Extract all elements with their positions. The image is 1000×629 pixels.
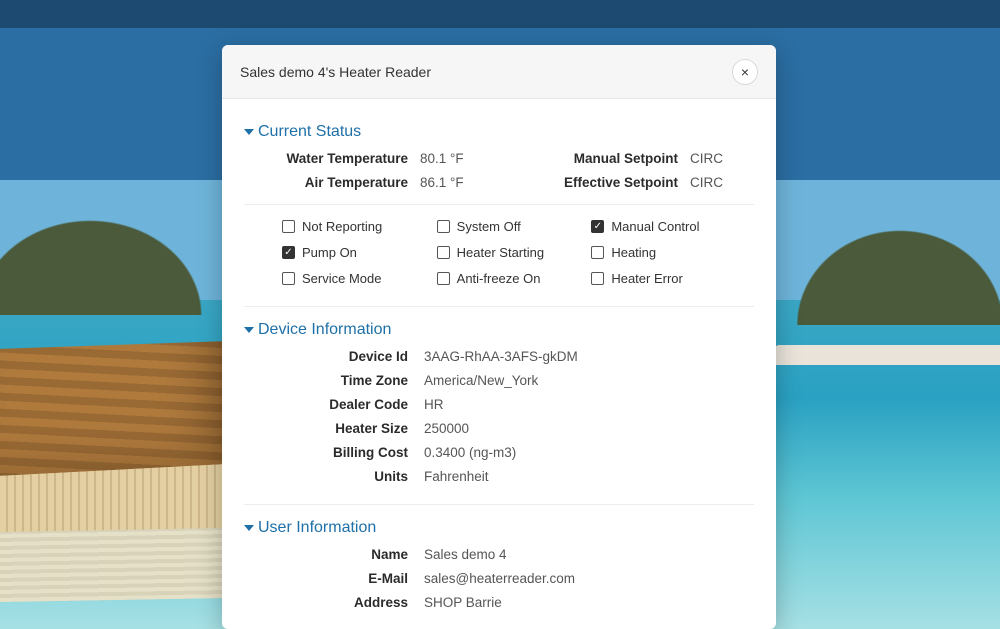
- checkbox-label: Manual Control: [611, 219, 699, 234]
- checkbox-label: Heater Error: [611, 271, 683, 286]
- user-name-label: Name: [244, 547, 408, 562]
- heater-size-label: Heater Size: [244, 421, 408, 436]
- checkbox-heater-error[interactable]: Heater Error: [591, 271, 730, 286]
- background-hill-left: [0, 205, 220, 315]
- divider: [244, 204, 754, 205]
- checkbox-icon: [591, 220, 604, 233]
- checkbox-heating[interactable]: Heating: [591, 245, 730, 260]
- checkbox-icon: [282, 246, 295, 259]
- user-info-grid: Name Sales demo 4 E-Mail sales@heaterrea…: [244, 547, 754, 610]
- caret-down-icon: [244, 525, 254, 531]
- manual-setpoint-label: Manual Setpoint: [518, 151, 678, 166]
- checkbox-system-off[interactable]: System Off: [437, 219, 576, 234]
- modal-title: Sales demo 4's Heater Reader: [240, 64, 431, 80]
- checkbox-icon: [591, 246, 604, 259]
- dealer-code-label: Dealer Code: [244, 397, 408, 412]
- time-zone-label: Time Zone: [244, 373, 408, 388]
- checkbox-manual-control[interactable]: Manual Control: [591, 219, 730, 234]
- checkbox-icon: [437, 272, 450, 285]
- billing-cost-value: 0.3400 (ng-m3): [424, 445, 754, 460]
- time-zone-value: America/New_York: [424, 373, 754, 388]
- checkbox-label: Anti-freeze On: [457, 271, 541, 286]
- water-temp-value: 80.1 °F: [420, 151, 506, 166]
- air-temp-label: Air Temperature: [244, 175, 408, 190]
- section-toggle-user-info[interactable]: User Information: [244, 519, 754, 537]
- checkbox-icon: [282, 272, 295, 285]
- status-summary-grid: Water Temperature 80.1 °F Manual Setpoin…: [244, 151, 754, 190]
- user-email-label: E-Mail: [244, 571, 408, 586]
- air-temp-value: 86.1 °F: [420, 175, 506, 190]
- close-button[interactable]: ×: [732, 59, 758, 85]
- billing-cost-label: Billing Cost: [244, 445, 408, 460]
- caret-down-icon: [244, 327, 254, 333]
- effective-setpoint-label: Effective Setpoint: [518, 175, 678, 190]
- checkbox-label: Not Reporting: [302, 219, 382, 234]
- checkbox-label: System Off: [457, 219, 521, 234]
- dealer-code-value: HR: [424, 397, 754, 412]
- device-id-label: Device Id: [244, 349, 408, 364]
- background-coping: [0, 528, 225, 602]
- status-flags-grid: Not Reporting System Off Manual Control …: [244, 219, 754, 304]
- effective-setpoint-value: CIRC: [690, 175, 754, 190]
- section-toggle-current-status[interactable]: Current Status: [244, 123, 754, 141]
- checkbox-label: Pump On: [302, 245, 357, 260]
- modal-header: Sales demo 4's Heater Reader ×: [222, 45, 776, 99]
- units-value: Fahrenheit: [424, 469, 754, 484]
- section-title-device-info: Device Information: [258, 321, 391, 339]
- user-address-label: Address: [244, 595, 408, 610]
- caret-down-icon: [244, 129, 254, 135]
- section-title-user-info: User Information: [258, 519, 376, 537]
- section-toggle-device-info[interactable]: Device Information: [244, 321, 754, 339]
- checkbox-pump-on[interactable]: Pump On: [282, 245, 421, 260]
- checkbox-heater-starting[interactable]: Heater Starting: [437, 245, 576, 260]
- checkbox-label: Heating: [611, 245, 656, 260]
- checkbox-icon: [282, 220, 295, 233]
- background-hill-right: [780, 215, 1000, 325]
- device-info-grid: Device Id 3AAG-RhAA-3AFS-gkDM Time Zone …: [244, 349, 754, 484]
- water-temp-label: Water Temperature: [244, 151, 408, 166]
- checkbox-not-reporting[interactable]: Not Reporting: [282, 219, 421, 234]
- checkbox-icon: [591, 272, 604, 285]
- heater-reader-modal: Sales demo 4's Heater Reader × Current S…: [222, 45, 776, 629]
- user-name-value: Sales demo 4: [424, 547, 754, 562]
- checkbox-service-mode[interactable]: Service Mode: [282, 271, 421, 286]
- checkbox-anti-freeze-on[interactable]: Anti-freeze On: [437, 271, 576, 286]
- user-email-value: sales@heaterreader.com: [424, 571, 754, 586]
- units-label: Units: [244, 469, 408, 484]
- heater-size-value: 250000: [424, 421, 754, 436]
- section-title-current-status: Current Status: [258, 123, 361, 141]
- checkbox-icon: [437, 246, 450, 259]
- checkbox-label: Heater Starting: [457, 245, 544, 260]
- device-id-value: 3AAG-RhAA-3AFS-gkDM: [424, 349, 754, 364]
- modal-body: Current Status Water Temperature 80.1 °F…: [222, 99, 776, 629]
- manual-setpoint-value: CIRC: [690, 151, 754, 166]
- checkbox-label: Service Mode: [302, 271, 381, 286]
- divider: [244, 306, 754, 307]
- user-address-value: SHOP Barrie: [424, 595, 754, 610]
- background-ledge: [775, 345, 1000, 365]
- divider: [244, 504, 754, 505]
- close-icon: ×: [741, 65, 749, 79]
- checkbox-icon: [437, 220, 450, 233]
